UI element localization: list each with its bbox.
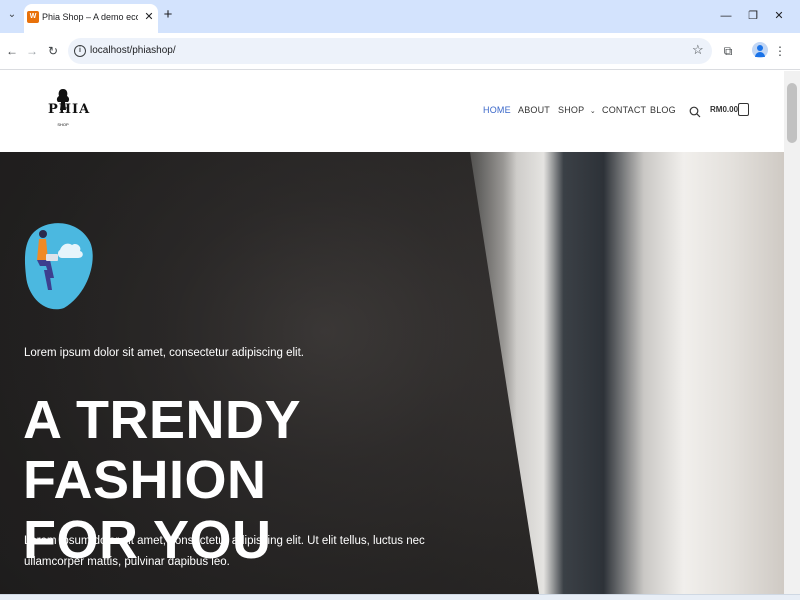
nav-shop[interactable]: SHOP ⌄ — [558, 105, 596, 115]
reload-button[interactable]: ↻ — [46, 43, 60, 59]
woman-with-laptop-illustration-icon — [24, 223, 93, 310]
extensions-icon[interactable]: ⧉ — [720, 42, 736, 60]
site-logo[interactable]: PHIA SHOP — [48, 88, 91, 132]
hero-section: Lorem ipsum dolor sit amet, consectetur … — [0, 152, 784, 600]
browser-toolbar: ← → ↻ i localhost/phiashop/ ☆ ⧉ ⋮ — [0, 33, 800, 70]
hero-kicker: Lorem ipsum dolor sit amet, consectetur … — [24, 347, 304, 359]
chrome-menu-icon[interactable]: ⋮ — [772, 42, 788, 60]
cart-bag-icon[interactable] — [738, 103, 749, 116]
forward-button[interactable]: → — [25, 43, 39, 59]
cart-total[interactable]: RM0.00 — [710, 105, 738, 114]
profile-avatar-icon[interactable] — [752, 42, 768, 58]
logo-text: PHIA — [48, 102, 91, 117]
search-icon[interactable] — [689, 106, 701, 118]
woocommerce-icon: W — [27, 11, 39, 23]
nav-shop-label: SHOP — [558, 105, 585, 115]
tab-title: Phia Shop – A demo ecommerce — [42, 12, 138, 22]
nav-blog[interactable]: BLOG — [650, 105, 676, 115]
profile-head-shape — [757, 45, 763, 51]
tab-search-button[interactable]: ⌄ — [5, 8, 19, 22]
tab-close-button[interactable]: ✕ — [143, 10, 155, 24]
profile-body-shape — [755, 52, 765, 57]
scrollbar-thumb[interactable] — [787, 83, 797, 143]
nav-contact[interactable]: CONTACT — [602, 105, 646, 115]
logo-subtext: SHOP — [57, 122, 69, 127]
back-button[interactable]: ← — [5, 43, 19, 59]
window-close-button[interactable]: ✕ — [772, 8, 786, 24]
browser-tab-active[interactable]: W Phia Shop – A demo ecommerce ✕ — [24, 4, 158, 33]
minimize-button[interactable]: — — [719, 8, 733, 24]
os-taskbar — [0, 594, 800, 600]
site-info-icon[interactable]: i — [74, 45, 86, 57]
site-header: PHIA SHOP HOME ABOUT SHOP ⌄ CONTACT BLOG… — [0, 71, 784, 152]
address-bar[interactable]: i localhost/phiashop/ ☆ — [68, 38, 712, 64]
chevron-down-icon: ⌄ — [589, 108, 596, 115]
url-text[interactable]: localhost/phiashop/ — [90, 45, 176, 56]
bookmark-star-icon[interactable]: ☆ — [692, 42, 706, 58]
hero-title-line-1: A TRENDY FASHION — [23, 390, 301, 510]
hero-description: Lorem ipsum dolor sit amet, consectetur … — [24, 535, 425, 568]
nav-home[interactable]: HOME — [483, 105, 511, 115]
browser-tabstrip: ⌄ W Phia Shop – A demo ecommerce ✕ + — ❐… — [0, 0, 800, 33]
new-tab-button[interactable]: + — [161, 6, 175, 24]
restore-button[interactable]: ❐ — [746, 8, 760, 24]
page-scrollbar[interactable] — [784, 71, 800, 600]
nav-about[interactable]: ABOUT — [518, 105, 550, 115]
